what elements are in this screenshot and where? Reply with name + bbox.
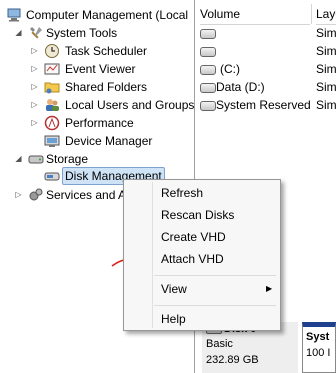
clock-icon (44, 43, 60, 59)
tree-item-label: Device Manager (65, 134, 153, 148)
list-item[interactable]: Simp (198, 42, 336, 60)
volume-layout: Simp (316, 44, 336, 58)
expand-arrow-icon[interactable]: ▷ (30, 96, 39, 114)
volume-layout: Simp (316, 26, 336, 40)
expand-arrow-icon[interactable]: ▷ (30, 114, 39, 132)
services-icon (28, 187, 44, 203)
shared-folder-icon (44, 79, 60, 95)
tree-item-system-tools[interactable]: ◢ System Tools (0, 24, 194, 42)
menu-item-rescan-disks[interactable]: Rescan Disks (161, 206, 234, 224)
tree-item-storage[interactable]: ◢ Storage (0, 150, 194, 168)
tree-item-device-manager[interactable]: Device Manager (0, 132, 194, 150)
list-item[interactable]: (C:) Simp (198, 60, 336, 78)
partition-size: 100 I (306, 347, 331, 359)
expand-arrow-icon[interactable]: ▷ (30, 42, 39, 60)
volume-icon (200, 47, 216, 57)
volume-name: (C:) (220, 62, 240, 76)
list-item[interactable]: System Reserved Simp (198, 96, 336, 114)
column-header-label: Layo (316, 7, 336, 21)
list-item[interactable]: Simp (198, 24, 336, 42)
column-header-label: Volume (200, 7, 241, 21)
menu-item-help[interactable]: Help (161, 310, 186, 328)
tools-icon (28, 25, 44, 41)
device-manager-icon (44, 133, 60, 149)
tree-item-label: Storage (46, 152, 89, 166)
tree-item-computer-management[interactable]: Computer Management (Local (2, 6, 194, 24)
volume-icon (200, 101, 216, 111)
menu-item-create-vhd[interactable]: Create VHD (161, 228, 226, 246)
disk-type: Basic (206, 338, 233, 350)
volume-icon (200, 65, 216, 75)
partition-block[interactable]: Syst 100 I (302, 322, 336, 373)
tree-item-label: Event Viewer (65, 62, 136, 76)
tree-item-label: Task Scheduler (65, 44, 148, 58)
expand-arrow-icon[interactable]: ▷ (30, 60, 39, 78)
menu-gutter (152, 182, 153, 328)
volume-layout: Simp (316, 80, 336, 94)
expand-arrow-icon[interactable]: ▷ (14, 186, 23, 204)
menu-separator (154, 305, 276, 306)
tree-item-performance[interactable]: ▷ Performance (0, 114, 194, 132)
tree-item-event-viewer[interactable]: ▷ Event Viewer (0, 60, 194, 78)
collapse-arrow-icon[interactable]: ◢ (14, 150, 23, 168)
column-header-volume[interactable]: Volume (200, 4, 310, 25)
volume-name: Data (D:) (216, 80, 265, 94)
volume-icon (200, 29, 216, 39)
menu-separator (154, 275, 276, 276)
tree-item-shared-folders[interactable]: ▷ Shared Folders (0, 78, 194, 96)
menu-item-label: View (161, 282, 187, 296)
users-icon (44, 97, 60, 113)
tree-item-label: Services and Ap (46, 188, 133, 202)
tree-item-task-scheduler[interactable]: ▷ Task Scheduler (0, 42, 194, 60)
volume-icon (200, 83, 216, 93)
menu-item-attach-vhd[interactable]: Attach VHD (161, 250, 224, 268)
partition-name: Syst (306, 331, 330, 343)
menu-item-view[interactable]: View ▶ (161, 280, 273, 298)
disk-size: 232.89 GB (206, 354, 259, 366)
submenu-arrow-icon: ▶ (266, 284, 273, 293)
tree-item-label: Performance (65, 116, 134, 130)
volume-layout: Simp (316, 98, 336, 112)
volume-layout: Simp (316, 62, 336, 76)
performance-icon (44, 115, 60, 131)
menu-item-refresh[interactable]: Refresh (161, 184, 203, 202)
column-header-layout[interactable]: Layo (316, 4, 336, 25)
expand-arrow-icon[interactable]: ▷ (30, 78, 39, 96)
volume-name: System Reserved (216, 98, 311, 112)
storage-icon (28, 151, 44, 167)
tree-item-label: Local Users and Groups (65, 98, 195, 112)
tree-item-label: System Tools (46, 26, 118, 40)
column-divider[interactable] (311, 4, 312, 24)
computer-icon (6, 7, 22, 23)
list-item[interactable]: Data (D:) Simp (198, 78, 336, 96)
tree-item-local-users[interactable]: ▷ Local Users and Groups (0, 96, 194, 114)
collapse-arrow-icon[interactable]: ◢ (14, 24, 23, 42)
context-menu: Refresh Rescan Disks Create VHD Attach V… (123, 179, 281, 331)
tree-item-label: Shared Folders (65, 80, 148, 94)
disk-management-icon (44, 168, 60, 184)
event-viewer-icon (44, 61, 60, 77)
tree-item-label: Computer Management (Local (26, 8, 189, 22)
